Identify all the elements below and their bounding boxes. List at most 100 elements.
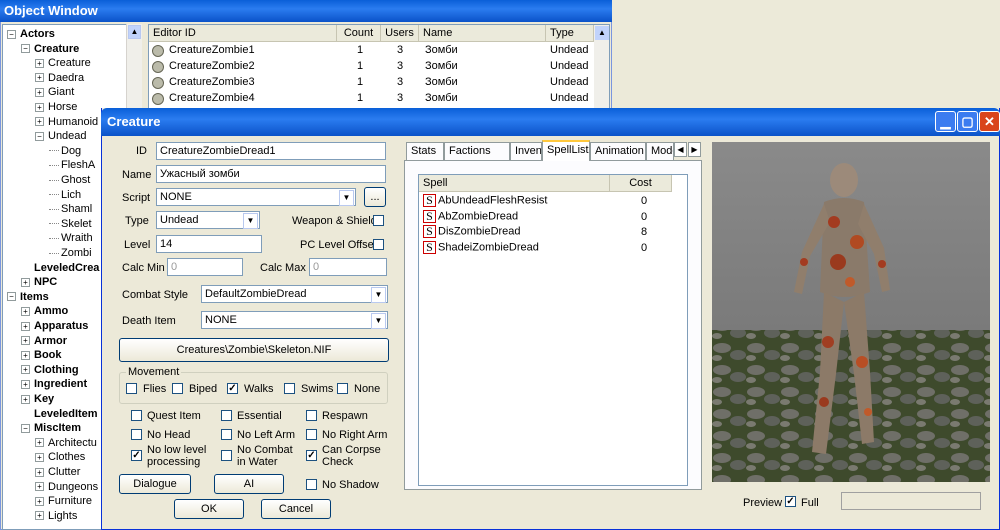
tree-node[interactable]: Dog [49, 144, 81, 158]
spell-row[interactable]: S DisZombieDread 8 [423, 225, 683, 240]
movement-walks-checkbox[interactable]: ✓ [227, 383, 238, 394]
expand-icon[interactable]: + [35, 482, 44, 492]
tree-node[interactable]: + Lights [35, 509, 77, 523]
scroll-up-icon[interactable]: ▲ [595, 26, 609, 40]
object-list[interactable]: Editor ID Count Users Name Type ▲ Creatu… [148, 24, 610, 110]
type-select[interactable]: Undead ▼ [156, 211, 260, 229]
tree-node[interactable]: + Ingredient [21, 377, 87, 391]
expand-icon[interactable]: + [35, 438, 44, 448]
expand-icon[interactable]: + [35, 117, 44, 127]
tree-node[interactable]: + Horse [35, 100, 77, 114]
name-field[interactable] [156, 165, 386, 183]
script-select[interactable]: NONE ▼ [156, 188, 356, 206]
expand-icon[interactable]: + [21, 350, 30, 360]
expand-icon[interactable]: + [21, 379, 30, 389]
tree-node[interactable]: − Creature [21, 42, 79, 56]
tree-node[interactable]: + Armor [21, 334, 67, 348]
movement-swims-checkbox[interactable] [284, 383, 295, 394]
tree-node[interactable]: + Architectu [35, 436, 97, 450]
tree-node[interactable]: + Clothing [21, 363, 79, 377]
scroll-up-icon[interactable]: ▲ [128, 25, 141, 39]
tab-scroll-left-icon[interactable]: ◀ [674, 142, 687, 157]
table-row[interactable]: CreatureZombie2 1 3 Зомби Undead [149, 59, 594, 75]
tree-node[interactable]: + Apparatus [21, 319, 88, 333]
expand-icon[interactable]: + [21, 365, 30, 375]
expand-icon[interactable]: + [35, 496, 44, 506]
collapse-icon[interactable]: − [7, 29, 16, 39]
tree-node[interactable]: − MiscItem [21, 421, 81, 435]
tree-node[interactable]: + Dungeons [35, 480, 98, 494]
table-row[interactable]: CreatureZombie3 1 3 Зомби Undead [149, 75, 594, 91]
cancel-button[interactable]: Cancel [261, 499, 331, 519]
collapse-icon[interactable]: − [7, 292, 16, 302]
tree-node[interactable]: Wraith [49, 231, 93, 245]
tab-stats[interactable]: Stats [406, 142, 444, 160]
tab-mode[interactable]: Mode [646, 142, 674, 160]
quest-item-checkbox[interactable] [131, 410, 142, 421]
tree-node[interactable]: + Ammo [21, 304, 68, 318]
no-shadow-checkbox[interactable] [306, 479, 317, 490]
tree-node[interactable]: + Furniture [35, 494, 92, 508]
id-field[interactable] [156, 142, 386, 160]
ai-button[interactable]: AI [214, 474, 284, 494]
tree-node[interactable]: Shaml [49, 202, 92, 216]
creature-preview[interactable] [712, 142, 990, 482]
expand-icon[interactable]: + [21, 306, 30, 316]
collapse-icon[interactable]: − [35, 131, 44, 141]
col-name[interactable]: Name [419, 25, 546, 42]
respawn-checkbox[interactable] [306, 410, 317, 421]
no-low-level-checkbox[interactable]: ✓ [131, 450, 142, 461]
tree-node[interactable]: LeveledCrea [21, 261, 99, 275]
no-right-arm-checkbox[interactable] [306, 429, 317, 440]
expand-icon[interactable]: + [35, 452, 44, 462]
close-icon[interactable]: ✕ [979, 111, 1000, 132]
tree-node[interactable]: + Clothes [35, 450, 85, 464]
tab-factions[interactable]: Factions [444, 142, 510, 160]
tree-node[interactable]: − Actors [7, 27, 55, 41]
table-row[interactable]: CreatureZombie1 1 3 Зомби Undead [149, 43, 594, 59]
death-item-select[interactable]: NONE ▼ [201, 311, 388, 329]
expand-icon[interactable]: + [35, 511, 44, 521]
col-count[interactable]: Count [337, 25, 381, 42]
list-scrollbar[interactable]: ▲ [594, 25, 609, 109]
tree-node[interactable]: + Daedra [35, 71, 84, 85]
tab-spelllist[interactable]: SpellList [542, 140, 590, 161]
tree-node[interactable]: Lich [49, 188, 81, 202]
weapon-shield-checkbox[interactable] [373, 215, 384, 226]
tree-node[interactable]: FleshA [49, 158, 95, 172]
tree-node[interactable]: + Creature [35, 56, 91, 70]
calc-max-field[interactable] [309, 258, 387, 276]
tree-node[interactable]: + Humanoid [35, 115, 98, 129]
model-path-button[interactable]: Creatures\Zombie\Skeleton.NIF [119, 338, 389, 362]
no-head-checkbox[interactable] [131, 429, 142, 440]
essential-checkbox[interactable] [221, 410, 232, 421]
tree-node[interactable]: + Giant [35, 85, 74, 99]
tree-node[interactable]: − Items [7, 290, 49, 304]
tree-node[interactable]: − Undead [35, 129, 87, 143]
expand-icon[interactable]: + [35, 102, 44, 112]
ok-button[interactable]: OK [174, 499, 244, 519]
movement-biped-checkbox[interactable] [172, 383, 183, 394]
spell-row[interactable]: S AbZombieDread 0 [423, 209, 683, 225]
full-checkbox[interactable]: ✓ [785, 496, 796, 507]
col-editor-id[interactable]: Editor ID [149, 25, 337, 42]
spell-row[interactable]: S AbUndeadFleshResist 0 [423, 194, 683, 209]
minimize-icon[interactable]: ▁ [935, 111, 956, 132]
col-cost[interactable]: Cost [610, 175, 672, 192]
tree-node[interactable]: + Book [21, 348, 62, 362]
expand-icon[interactable]: + [21, 277, 30, 287]
pc-level-offset-checkbox[interactable] [373, 239, 384, 250]
col-type[interactable]: Type [546, 25, 594, 42]
tree-node[interactable]: + NPC [21, 275, 57, 289]
expand-icon[interactable]: + [35, 58, 44, 68]
expand-icon[interactable]: + [35, 467, 44, 477]
tree-node[interactable]: LeveledItem [21, 407, 98, 421]
spell-list[interactable]: Spell Cost S AbUndeadFleshResist 0 S AbZombi… [418, 174, 688, 486]
tree-node[interactable]: + Key [21, 392, 54, 406]
expand-icon[interactable]: + [35, 73, 44, 83]
collapse-icon[interactable]: − [21, 423, 30, 433]
tree-node[interactable]: + Clutter [35, 465, 80, 479]
tree-node[interactable]: Zombi [49, 246, 92, 260]
tab-inventory[interactable]: Inventory [510, 142, 542, 160]
col-spell[interactable]: Spell [419, 175, 610, 192]
